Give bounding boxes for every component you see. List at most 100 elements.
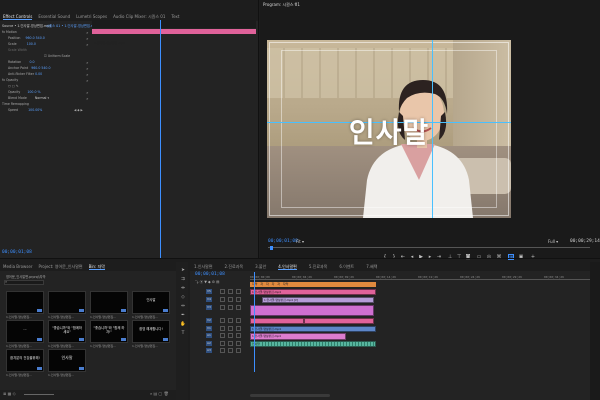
mark-out-icon[interactable]: }: [391, 254, 397, 260]
slip-tool-icon[interactable]: ⇔: [180, 304, 186, 310]
step-forward-icon[interactable]: ▸: [427, 254, 433, 260]
effect-playhead[interactable]: [160, 20, 161, 258]
timeline-clip[interactable]: [250, 318, 304, 324]
vr-icon[interactable]: ◎: [486, 254, 492, 260]
timeline-tool-icons[interactable]: ⤵ ⦿ ▼ ◆ ⚙ ▤: [195, 280, 219, 285]
ec-row-opacity-group[interactable]: fx Opacity: [2, 78, 18, 83]
program-quality-select[interactable]: Full ▾: [548, 239, 558, 244]
ec-row-time-remapping[interactable]: Time Remapping: [2, 102, 29, 107]
mute-icon[interactable]: [236, 318, 241, 323]
program-playhead-marker[interactable]: [270, 246, 273, 250]
razor-tool-icon[interactable]: ◇: [180, 295, 186, 301]
track-header[interactable]: V2: [192, 318, 248, 324]
hand-tool-icon[interactable]: ✋: [180, 322, 186, 328]
timeline-clip[interactable]: [304, 318, 374, 324]
mute-icon[interactable]: [236, 348, 241, 353]
compare-view-icon[interactable]: ▭: [476, 254, 482, 260]
bin-item[interactable]: [48, 291, 86, 314]
eye-icon[interactable]: [228, 326, 233, 331]
tab-sequence[interactable]: 5.진료과목: [309, 263, 328, 270]
timeline-clip[interactable]: 1.인사말-영상편집.mp4: [250, 326, 376, 332]
tab-essential-sound[interactable]: Essential Sound: [38, 13, 70, 20]
eye-icon[interactable]: [228, 289, 233, 294]
new-item-icon[interactable]: ⌕ ▤ ▢ 🗑: [150, 391, 169, 396]
ec-row-rotation[interactable]: Rotation 0.0: [8, 60, 35, 65]
selection-tool-icon[interactable]: ➤: [180, 268, 186, 274]
type-tool-icon[interactable]: T: [180, 331, 186, 337]
ec-row-scale[interactable]: Scale 100.0: [8, 42, 36, 47]
ec-mask-icons[interactable]: ○ ▢ ✎: [8, 84, 19, 89]
eye-icon[interactable]: [228, 297, 233, 302]
effect-clip-bar[interactable]: 1.인사말-영상편집.mp4: [92, 29, 256, 45]
program-ruler[interactable]: [268, 247, 590, 251]
bin-item[interactable]: 인사말: [48, 349, 86, 372]
effect-timecode[interactable]: 00;00;01;08: [2, 250, 32, 255]
reset-icon[interactable]: ↺ ↺ ↺ ↺ ↺ ↺ ↺ ↺ ↺: [86, 30, 89, 102]
timeline-clip[interactable]: 1.인사말-영상편집.mp4 [V]: [262, 297, 374, 303]
effect-mini-timeline[interactable]: [92, 20, 256, 28]
lock-icon[interactable]: [220, 341, 225, 346]
program-timecode-current[interactable]: 00;00;01;08: [268, 239, 298, 244]
tab-sequence[interactable]: 6.이벤트: [339, 263, 354, 270]
program-video-frame[interactable]: 인사말: [267, 40, 511, 218]
eye-icon[interactable]: [228, 333, 233, 338]
timeline-clip[interactable]: 1.인사말-영상편집.mp4: [250, 333, 346, 340]
ec-row-uniform-scale[interactable]: ☑ Uniform Scale: [44, 54, 70, 59]
tab-effect-controls[interactable]: Effect Controls: [3, 13, 33, 20]
track-select-icon[interactable]: ⇉: [180, 277, 186, 283]
lock-icon[interactable]: [220, 305, 225, 310]
lock-icon[interactable]: [220, 297, 225, 302]
lift-icon[interactable]: ⊥: [447, 254, 453, 260]
ec-row-opacity[interactable]: Opacity 100.0 %: [8, 90, 41, 95]
mute-icon[interactable]: [236, 341, 241, 346]
tab-sequence[interactable]: 3.불안: [255, 263, 266, 270]
ec-row-blend-mode[interactable]: Blend Mode Normal ▾: [8, 96, 49, 101]
tab-bin[interactable]: Bin: 자막: [88, 263, 105, 270]
track-header[interactable]: V3: [192, 305, 248, 311]
keyframe-nav-icon[interactable]: ◀ ◆ ▶: [74, 108, 83, 112]
timeline-clip[interactable]: [250, 305, 374, 316]
tab-sequence[interactable]: 4.인사말편: [278, 263, 297, 270]
tab-sequence[interactable]: 7.혜택: [366, 263, 377, 270]
ec-row-antiflicker[interactable]: Anti-flicker Filter 0.00: [8, 72, 42, 77]
mute-icon[interactable]: [236, 305, 241, 310]
track-header[interactable]: V4: [192, 297, 248, 303]
ec-row-position[interactable]: Position 960.0 540.0: [8, 36, 45, 41]
mute-icon[interactable]: [236, 289, 241, 294]
mute-icon[interactable]: [236, 326, 241, 331]
bin-item[interactable]: ...: [6, 320, 44, 343]
tab-project[interactable]: Project: 영어문_인사말편: [39, 263, 83, 270]
ripple-edit-icon[interactable]: ⇹: [180, 286, 186, 292]
lock-icon[interactable]: [220, 289, 225, 294]
timeline-playhead[interactable]: [254, 272, 255, 372]
add-button-icon[interactable]: +: [530, 254, 536, 260]
timeline-clip[interactable]: 1.인사말-영상편집.mp4: [250, 289, 376, 295]
mute-icon[interactable]: [236, 297, 241, 302]
track-header[interactable]: A1: [192, 333, 248, 339]
extract-icon[interactable]: ⊤: [456, 254, 462, 260]
list-view-icon[interactable]: ≣ ▦ ◇: [3, 391, 16, 396]
lock-icon[interactable]: [220, 318, 225, 323]
tab-lumetri-scopes[interactable]: Lumetri Scopes: [76, 13, 107, 20]
ec-row-motion[interactable]: fx Motion: [2, 30, 17, 35]
mute-icon[interactable]: [236, 333, 241, 338]
zoom-slider[interactable]: [24, 394, 54, 395]
bin-item[interactable]: "좋습니까"와 "함께 하자!": [90, 320, 128, 343]
tab-sequence[interactable]: 2.진료과목: [225, 263, 244, 270]
timeline-horizontal-scrollbar[interactable]: [250, 394, 330, 397]
pen-tool-icon[interactable]: ✒: [180, 313, 186, 319]
trim-icon[interactable]: ⌘: [496, 254, 502, 260]
bin-item[interactable]: [90, 291, 128, 314]
play-icon[interactable]: ▶: [418, 254, 424, 260]
eye-icon[interactable]: [228, 318, 233, 323]
safe-margins-icon[interactable]: ▣: [518, 254, 524, 260]
tab-audio-clip-mixer[interactable]: Audio Clip Mixer: 시퀀스 01: [113, 13, 165, 20]
eye-icon[interactable]: [228, 305, 233, 310]
search-input[interactable]: [4, 280, 44, 285]
step-back-icon[interactable]: ◂: [409, 254, 415, 260]
go-to-out-icon[interactable]: ⇥: [436, 254, 442, 260]
lock-icon[interactable]: [220, 326, 225, 331]
export-frame-icon[interactable]: ◙: [465, 254, 471, 260]
bin-item[interactable]: [6, 291, 44, 314]
ec-row-anchor[interactable]: Anchor Point 960.0 540.0: [8, 66, 50, 71]
